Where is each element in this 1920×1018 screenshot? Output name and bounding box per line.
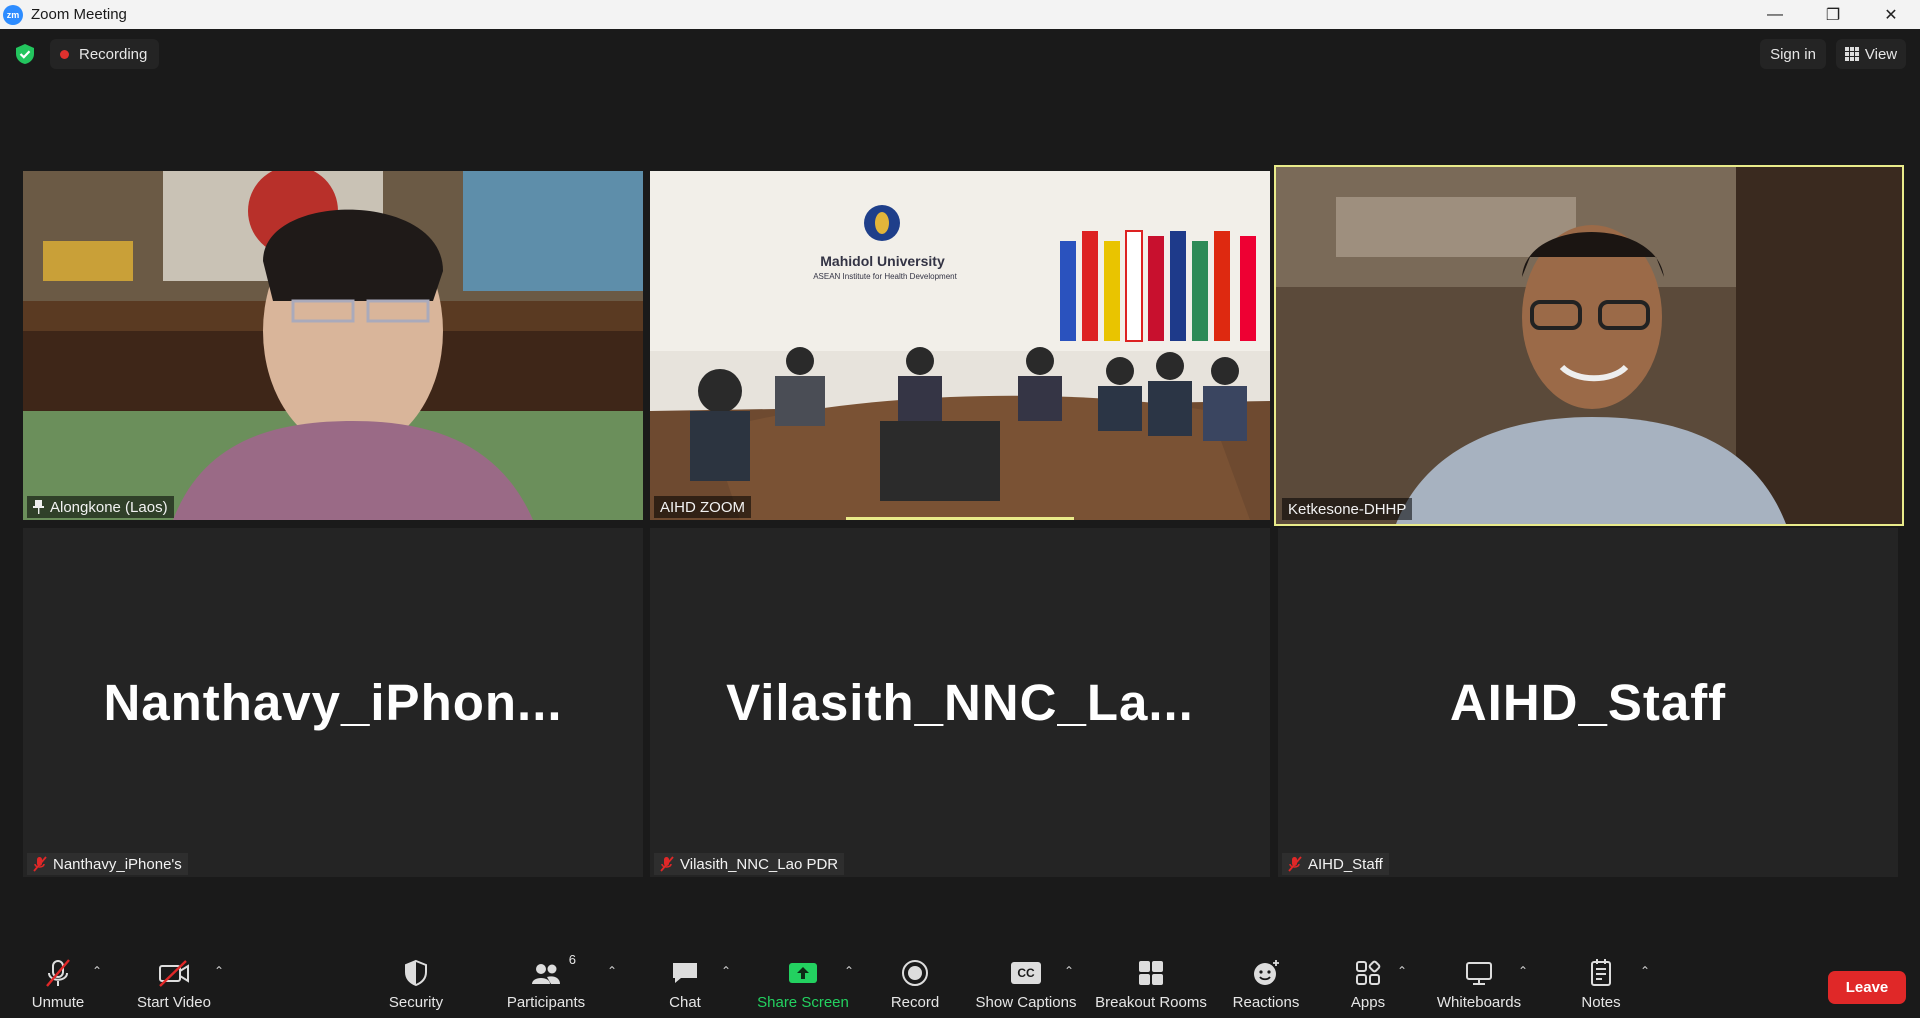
audio-level-bar (846, 517, 1074, 520)
meeting-toolbar: Unmute ⌃ Start Video ⌃ Security 6 Partic… (0, 948, 1920, 1018)
recording-dot-icon (60, 49, 69, 59)
participants-button[interactable]: 6 Participants (502, 952, 590, 1018)
share-options-caret-icon[interactable]: ⌃ (844, 964, 854, 978)
security-shield-icon (405, 959, 427, 987)
show-captions-label: Show Captions (975, 994, 1077, 1011)
reactions-label: Reactions (1232, 994, 1300, 1011)
share-screen-button[interactable]: Share Screen (756, 956, 850, 1018)
grid-view-icon (1844, 47, 1859, 61)
view-label: View (1864, 45, 1898, 63)
notes-label: Notes (1581, 994, 1621, 1011)
participant-display-name: Nanthavy_iPhon... (103, 674, 563, 731)
participant-name: AIHD_Staff (1308, 855, 1383, 873)
participant-video-feed (650, 171, 1270, 520)
participant-nameplate: AIHD ZOOM (654, 496, 751, 518)
meeting-topbar: Recording Sign in View (0, 29, 1920, 79)
participant-nameplate: Alongkone (Laos) (27, 496, 174, 518)
unmute-label: Unmute (31, 994, 85, 1011)
apps-icon (1356, 960, 1381, 985)
close-button[interactable]: ✕ (1862, 0, 1920, 29)
participant-name: Alongkone (Laos) (50, 498, 168, 516)
whiteboard-icon (1466, 962, 1492, 985)
muted-mic-icon (660, 856, 674, 872)
audio-options-caret-icon[interactable]: ⌃ (92, 964, 102, 978)
recording-indicator[interactable]: Recording (50, 39, 160, 69)
start-video-button[interactable]: Start Video (130, 956, 218, 1018)
notes-options-caret-icon[interactable]: ⌃ (1640, 964, 1650, 978)
participant-name: Vilasith_NNC_Lao PDR (680, 855, 839, 873)
reactions-button[interactable]: Reactions (1228, 956, 1304, 1018)
video-tile-vilasith[interactable]: Vilasith_NNC_La... Vilasith_NNC_Lao PDR (650, 528, 1270, 877)
apps-options-caret-icon[interactable]: ⌃ (1397, 964, 1407, 978)
record-label: Record (890, 994, 940, 1011)
recording-label: Recording (79, 45, 148, 63)
video-tile-aihd-zoom[interactable]: Mahidol University ASEAN Institute for H… (650, 171, 1270, 520)
participant-video-feed (1276, 167, 1902, 524)
participant-name: AIHD ZOOM (660, 498, 745, 516)
participants-icon (532, 964, 560, 984)
muted-mic-icon (33, 856, 47, 872)
window-title: Zoom Meeting (31, 6, 127, 23)
sign-in-button[interactable]: Sign in (1760, 39, 1826, 69)
closed-captions-icon: CC (1011, 962, 1041, 984)
participant-nameplate: Ketkesone-DHHP (1282, 498, 1413, 520)
apps-button[interactable]: Apps (1344, 956, 1392, 1018)
breakout-rooms-label: Breakout Rooms (1095, 994, 1207, 1011)
breakout-rooms-button[interactable]: Breakout Rooms (1094, 956, 1208, 1018)
video-tile-ketkesone[interactable]: Ketkesone-DHHP (1274, 165, 1904, 526)
encryption-shield-icon[interactable] (14, 43, 36, 65)
pin-icon (33, 500, 44, 514)
participant-video-feed (23, 171, 643, 520)
window-titlebar: zm Zoom Meeting — ❐ ✕ (0, 0, 1920, 29)
reactions-smiley-icon (1254, 960, 1279, 985)
video-options-caret-icon[interactable]: ⌃ (214, 964, 224, 978)
chat-label: Chat (669, 994, 701, 1011)
participant-display-name: AIHD_Staff (1449, 674, 1727, 731)
leave-button[interactable]: Leave (1828, 971, 1906, 1004)
muted-mic-icon (1288, 856, 1302, 872)
whiteboards-options-caret-icon[interactable]: ⌃ (1518, 964, 1528, 978)
restore-button[interactable]: ❐ (1804, 0, 1862, 29)
chat-button[interactable]: Chat (655, 956, 715, 1018)
video-tile-aihd-staff[interactable]: AIHD_Staff AIHD_Staff (1278, 528, 1898, 877)
chat-options-caret-icon[interactable]: ⌃ (721, 964, 731, 978)
view-button[interactable]: View (1836, 39, 1906, 69)
apps-label: Apps (1350, 994, 1386, 1011)
record-button[interactable]: Record (880, 956, 950, 1018)
security-button[interactable]: Security (382, 956, 450, 1018)
participant-nameplate: Vilasith_NNC_Lao PDR (654, 853, 845, 875)
whiteboards-button[interactable]: Whiteboards (1432, 956, 1526, 1018)
microphone-muted-icon (46, 959, 70, 987)
participant-name: Ketkesone-DHHP (1288, 500, 1407, 518)
video-tile-nanthavy[interactable]: Nanthavy_iPhon... Nanthavy_iPhone's (23, 528, 643, 877)
captions-options-caret-icon[interactable]: ⌃ (1064, 964, 1074, 978)
participant-nameplate: Nanthavy_iPhone's (27, 853, 188, 875)
minimize-button[interactable]: — (1746, 0, 1804, 29)
scene-sign-subtitle: ASEAN Institute for Health Development (813, 272, 957, 281)
participant-nameplate: AIHD_Staff (1282, 853, 1389, 875)
start-video-label: Start Video (137, 994, 211, 1011)
window-controls: — ❐ ✕ (1746, 0, 1920, 29)
notes-icon (1591, 959, 1611, 986)
share-screen-icon (789, 963, 817, 983)
zoom-logo-icon: zm (3, 4, 23, 25)
security-label: Security (388, 994, 444, 1011)
breakout-rooms-icon (1139, 961, 1163, 985)
participants-options-caret-icon[interactable]: ⌃ (607, 964, 617, 978)
share-screen-label: Share Screen (757, 994, 849, 1011)
participant-name: Nanthavy_iPhone's (53, 855, 182, 873)
participants-label: Participants (506, 994, 586, 1011)
video-tile-alongkone[interactable]: Alongkone (Laos) (23, 171, 643, 520)
scene-sign-title: Mahidol University (820, 253, 945, 269)
video-camera-off-icon (159, 960, 189, 987)
participant-display-name: Vilasith_NNC_La... (726, 674, 1194, 731)
unmute-button[interactable]: Unmute (28, 956, 88, 1018)
chat-bubble-icon (673, 963, 697, 983)
notes-button[interactable]: Notes (1572, 956, 1630, 1018)
whiteboards-label: Whiteboards (1436, 994, 1522, 1011)
record-icon (902, 960, 928, 986)
participants-count: 6 (568, 952, 576, 967)
